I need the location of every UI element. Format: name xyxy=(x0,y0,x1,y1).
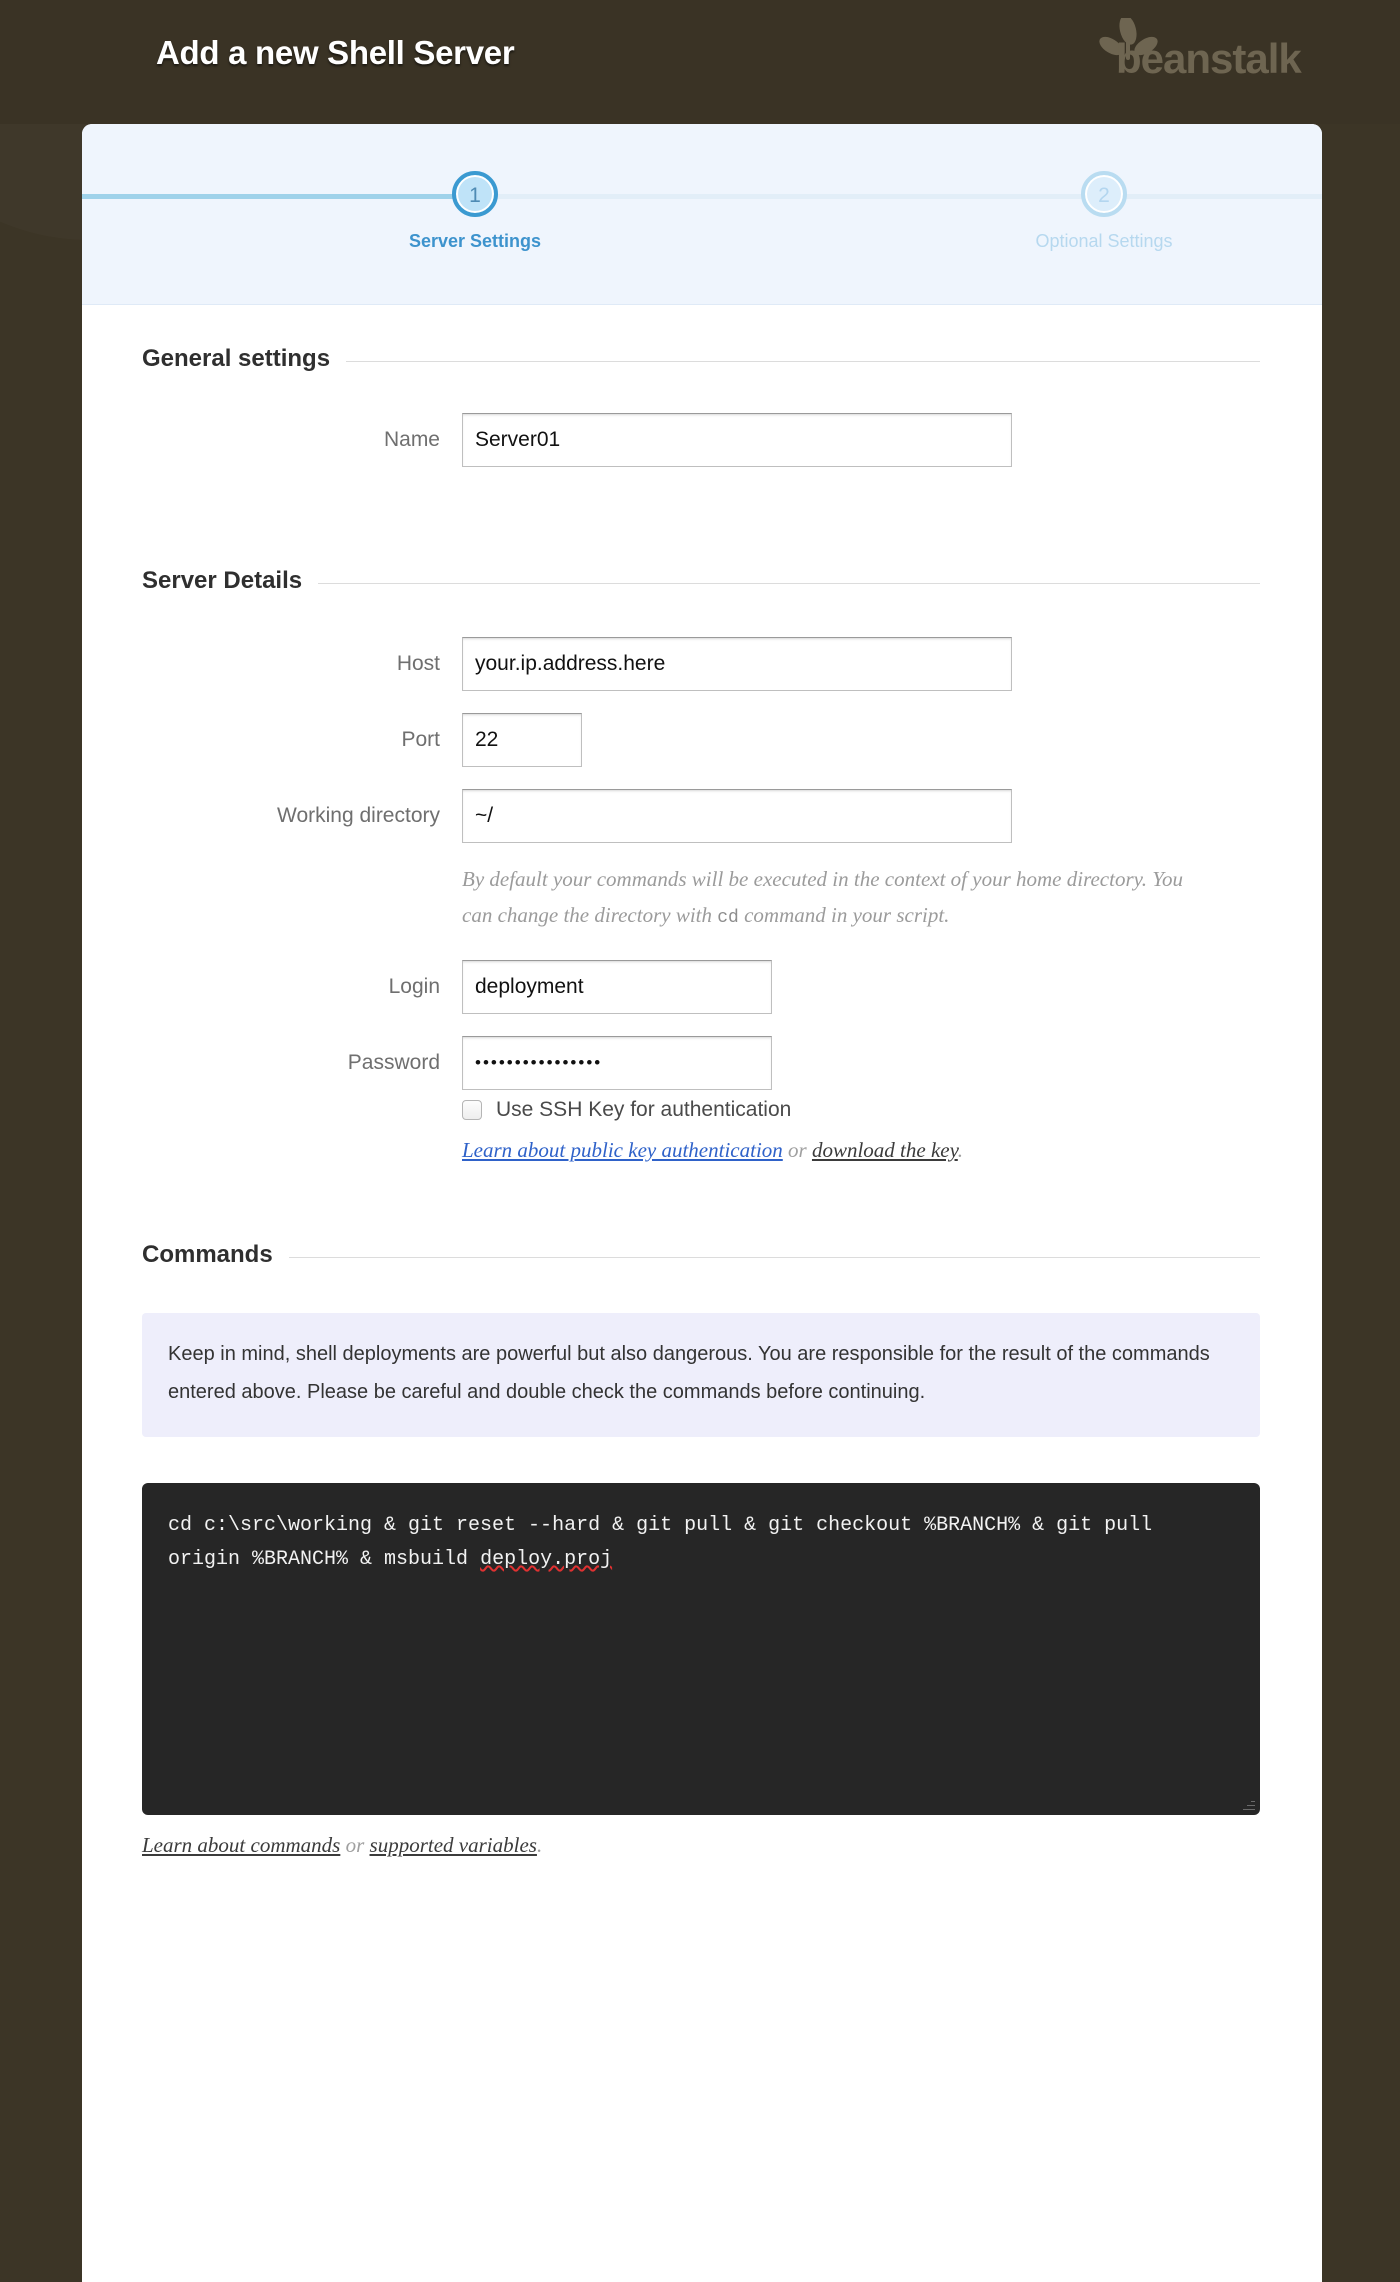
section-header-general-settings: General settings xyxy=(142,345,1260,373)
section-divider xyxy=(318,582,1260,584)
commands-links: Learn about commands or supported variab… xyxy=(142,1833,1260,1858)
name-label: Name xyxy=(383,428,440,451)
section-title: General settings xyxy=(142,345,331,372)
password-label: Password xyxy=(347,1051,440,1074)
supported-variables-link[interactable]: supported variables xyxy=(370,1833,537,1857)
section-header-server-details: Server Details xyxy=(142,567,1260,595)
section-divider xyxy=(346,360,1260,362)
section-title: Server Details xyxy=(142,567,303,594)
section-title: Commands xyxy=(142,1241,273,1268)
link-separator-or: or xyxy=(345,1833,365,1857)
host-label: Host xyxy=(396,652,440,675)
script-text: cd c:\src\working & git reset --hard & g… xyxy=(168,1514,1165,1571)
wizard-stepper: 1 Server Settings 2 Optional Settings xyxy=(82,124,1322,305)
port-label: Port xyxy=(401,728,440,751)
name-input[interactable]: Server01 xyxy=(462,413,1012,467)
download-the-key-link[interactable]: download the key xyxy=(812,1138,958,1162)
field-row-name: Name Server01 xyxy=(142,413,1322,467)
field-row-login: Login deployment xyxy=(142,960,1322,1014)
ssh-key-checkbox-label: Use SSH Key for authentication xyxy=(496,1098,792,1121)
textarea-resize-handle[interactable] xyxy=(1243,1798,1255,1810)
field-row-port: Port 22 xyxy=(142,713,1322,767)
commands-warning-notice: Keep in mind, shell deployments are powe… xyxy=(142,1313,1260,1437)
login-label: Login xyxy=(388,975,440,998)
field-row-working-directory: Working directory ~/ By default your com… xyxy=(142,789,1322,936)
page-title: Add a new Shell Server xyxy=(156,34,515,71)
form-card: 1 Server Settings 2 Optional Settings Ge… xyxy=(82,124,1322,2282)
link-separator-or: or xyxy=(788,1138,807,1162)
ssh-key-checkbox[interactable] xyxy=(462,1100,482,1120)
learn-about-commands-link[interactable]: Learn about commands xyxy=(142,1833,340,1857)
svg-text:beanstalk: beanstalk xyxy=(1116,35,1302,80)
host-input[interactable]: your.ip.address.here xyxy=(462,637,1012,691)
app-header: Add a new Shell Server beanstalk xyxy=(0,0,1400,124)
working-directory-help-text: By default your commands will be execute… xyxy=(462,861,1207,936)
help-text-part-2: command in your script. xyxy=(738,903,950,927)
learn-public-key-authentication-link[interactable]: Learn about public key authentication xyxy=(462,1138,783,1162)
script-misspelled-word: deploy.proj xyxy=(480,1548,613,1571)
stepper-step-optional-settings[interactable]: 2 Optional Settings xyxy=(974,124,1234,252)
working-directory-label: Working directory xyxy=(277,804,440,827)
ssh-key-links: Learn about public key authentication or… xyxy=(462,1138,1322,1163)
section-header-commands: Commands xyxy=(142,1241,1260,1269)
password-input[interactable]: •••••••••••••••• xyxy=(462,1036,772,1090)
stepper-step-label: Server Settings xyxy=(408,231,542,251)
beanstalk-leaf-logo[interactable]: beanstalk xyxy=(1098,18,1328,80)
stepper-step-number: 1 xyxy=(452,171,498,217)
field-row-password: Password •••••••••••••••• Use SSH Key fo… xyxy=(142,1036,1322,1163)
form-body: General settings Name Server01 Server De… xyxy=(82,305,1322,1858)
help-text-code: cd xyxy=(717,908,739,928)
stepper-step-number: 2 xyxy=(1081,171,1127,217)
stepper-step-label: Optional Settings xyxy=(1035,231,1173,251)
field-row-host: Host your.ip.address.here xyxy=(142,637,1322,691)
stepper-step-server-settings[interactable]: 1 Server Settings xyxy=(345,124,605,252)
link-period: . xyxy=(536,1833,543,1857)
working-directory-input[interactable]: ~/ xyxy=(462,789,1012,843)
link-period: . xyxy=(957,1138,964,1162)
section-divider xyxy=(288,1256,1260,1258)
commands-script-textarea[interactable]: cd c:\src\working & git reset --hard & g… xyxy=(142,1483,1260,1815)
port-input[interactable]: 22 xyxy=(462,713,582,767)
ssh-key-checkbox-row[interactable]: Use SSH Key for authentication xyxy=(462,1098,1322,1122)
login-input[interactable]: deployment xyxy=(462,960,772,1014)
